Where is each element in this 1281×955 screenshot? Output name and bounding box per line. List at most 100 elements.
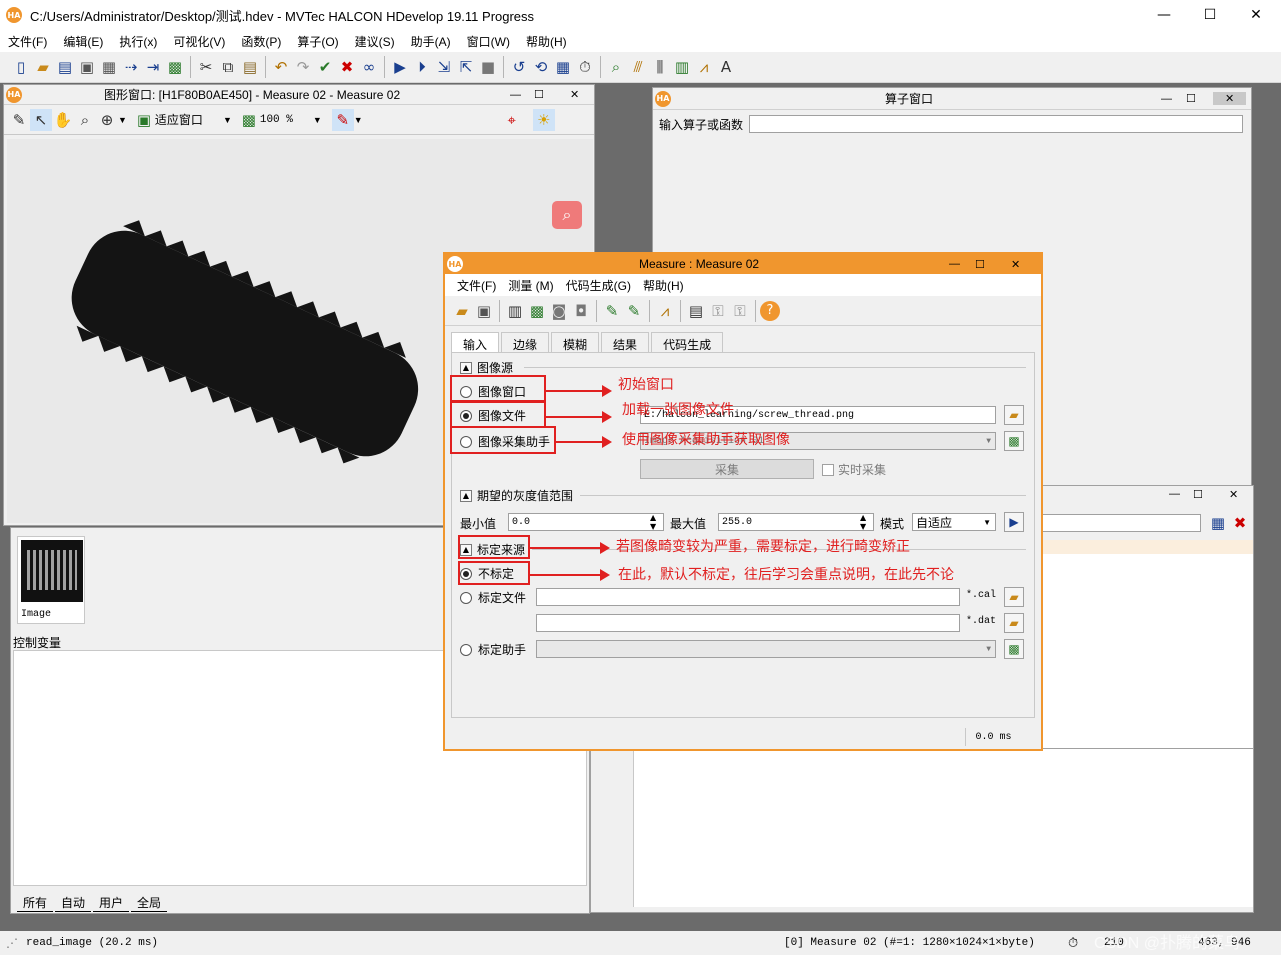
lightbulb-icon[interactable]: ☀ bbox=[532, 108, 555, 131]
acquire-button[interactable]: 采集 bbox=[640, 459, 814, 479]
browse-file-icon[interactable]: ▰ bbox=[1004, 405, 1024, 425]
close-button[interactable]: ✕ bbox=[570, 88, 579, 101]
measure-menu-file[interactable]: 文件(F) bbox=[451, 277, 502, 294]
program-code-area-lower[interactable] bbox=[633, 749, 1253, 907]
step-out-icon[interactable]: ⇱ bbox=[455, 56, 477, 78]
search-icon[interactable]: ⌕ bbox=[552, 201, 582, 229]
chevron-down-icon[interactable]: ▼ bbox=[354, 115, 363, 125]
apply-mode-icon[interactable]: ▶ bbox=[1004, 512, 1024, 532]
program-select[interactable] bbox=[1041, 514, 1201, 532]
undo-icon[interactable]: ↶ bbox=[270, 56, 292, 78]
image-icon[interactable]: ▩ bbox=[164, 56, 186, 78]
cut-icon[interactable]: ✂ bbox=[195, 56, 217, 78]
export-icon[interactable]: ⇢ bbox=[120, 56, 142, 78]
measure-menu-codegen[interactable]: 代码生成(G) bbox=[560, 277, 637, 294]
profile-plot-icon[interactable]: ⩘ bbox=[654, 300, 676, 322]
menu-edit[interactable]: 编辑(E) bbox=[55, 33, 111, 50]
maximize-button[interactable]: ☐ bbox=[534, 88, 544, 101]
zoom-in-icon[interactable]: ⊕ bbox=[96, 109, 118, 131]
min-value-spinner[interactable]: ▲ ▼ bbox=[650, 513, 656, 531]
close-button[interactable]: ✕ bbox=[1233, 7, 1279, 23]
measure-menu-help[interactable]: 帮助(H) bbox=[637, 277, 690, 294]
dat-file-input[interactable] bbox=[536, 614, 960, 632]
mode-select[interactable]: 自适应 ▼ bbox=[912, 513, 996, 531]
open-file-icon[interactable]: ▰ bbox=[451, 300, 473, 322]
operator-input[interactable] bbox=[749, 115, 1244, 133]
feature-histogram-icon[interactable]: ⩘ bbox=[693, 56, 715, 78]
browse-dat-icon[interactable]: ▰ bbox=[1004, 613, 1024, 633]
help-icon[interactable]: ? bbox=[760, 300, 780, 321]
gray-histogram-icon[interactable]: ⫻ bbox=[627, 56, 649, 78]
close-button[interactable]: ✕ bbox=[1229, 488, 1238, 501]
draw-roi-icon[interactable]: ✎ bbox=[601, 300, 623, 322]
menu-procedures[interactable]: 函数(P) bbox=[233, 33, 289, 50]
pixel-info-icon[interactable]: ⌖ bbox=[501, 109, 523, 131]
chevron-down-icon[interactable]: ▼ bbox=[223, 115, 232, 125]
step-over-icon[interactable]: ⏵ bbox=[411, 56, 433, 78]
reset-execution-icon[interactable]: ⟲ bbox=[530, 56, 552, 78]
zoom-icon[interactable]: ⌕ bbox=[74, 109, 96, 131]
reset-program-icon[interactable]: ↺ bbox=[508, 56, 530, 78]
save-icon[interactable]: ▣ bbox=[76, 56, 98, 78]
step-into-icon[interactable]: ⇲ bbox=[433, 56, 455, 78]
acquisition-assistant-icon[interactable]: ▩ bbox=[1004, 431, 1024, 451]
minimize-button[interactable]: — bbox=[1161, 93, 1172, 105]
profiler-icon[interactable]: ▦ bbox=[552, 56, 574, 78]
tab-global[interactable]: 全局 bbox=[131, 894, 168, 912]
inspect-icon[interactable]: ⌕ bbox=[605, 56, 627, 78]
redo-icon[interactable]: ↷ bbox=[292, 56, 314, 78]
image-source-section[interactable]: ▲ 图像源 bbox=[460, 359, 513, 376]
collapse-icon[interactable]: ▲ bbox=[460, 489, 472, 502]
minimize-button[interactable]: — bbox=[949, 258, 960, 270]
live-checkbox[interactable]: 实时采集 bbox=[822, 461, 886, 478]
zoom-level-label[interactable]: 100 % bbox=[260, 114, 293, 126]
unlock-icon[interactable]: ⚿ bbox=[729, 300, 751, 322]
paste-icon[interactable]: ▤ bbox=[239, 56, 261, 78]
max-value-spinner[interactable]: ▲ ▼ bbox=[860, 513, 866, 531]
deactivate-icon[interactable]: ✖ bbox=[336, 56, 358, 78]
close-button[interactable]: ✕ bbox=[1213, 92, 1247, 105]
image-file-icon[interactable]: ▩ bbox=[526, 300, 548, 322]
menu-window[interactable]: 窗口(W) bbox=[459, 33, 518, 50]
program-settings-icon[interactable]: ▦ bbox=[1209, 514, 1227, 532]
camera-icon[interactable]: ◙ bbox=[548, 300, 570, 322]
menu-suggestions[interactable]: 建议(S) bbox=[347, 33, 403, 50]
copy-icon[interactable]: ⧉ bbox=[217, 56, 239, 78]
measure-menu-measure[interactable]: 测量 (M) bbox=[502, 277, 559, 294]
pointer-icon[interactable]: ↖ bbox=[30, 108, 52, 131]
run-icon[interactable]: ▶ bbox=[389, 56, 411, 78]
checkbox-box[interactable] bbox=[822, 463, 834, 476]
chevron-down-icon[interactable]: ▼ bbox=[118, 115, 127, 125]
lock-icon[interactable]: ⚿ bbox=[707, 300, 729, 322]
max-value-input[interactable]: 255.0 bbox=[718, 513, 874, 531]
ocr-icon[interactable]: A bbox=[715, 56, 737, 78]
color-icon[interactable]: ✎ bbox=[331, 108, 354, 131]
menu-assistants[interactable]: 助手(A) bbox=[403, 33, 459, 50]
save-icon[interactable]: ▣ bbox=[473, 300, 495, 322]
tab-user[interactable]: 用户 bbox=[93, 894, 130, 912]
menu-execute[interactable]: 执行(x) bbox=[111, 33, 165, 50]
maximize-button[interactable]: ☐ bbox=[975, 258, 985, 271]
edit-icon[interactable]: ✎ bbox=[8, 109, 30, 131]
chevron-down-icon[interactable]: ▼ bbox=[313, 115, 322, 125]
maximize-button[interactable]: ☐ bbox=[1187, 7, 1233, 23]
minimize-button[interactable]: — bbox=[1169, 488, 1180, 500]
radio-calibration-assistant[interactable]: 标定助手 bbox=[460, 641, 526, 658]
min-value-input[interactable]: 0.0 bbox=[508, 513, 664, 531]
line-profile-icon[interactable]: ⫼ bbox=[649, 56, 671, 78]
calibration-assistant-icon[interactable]: ▩ bbox=[1004, 639, 1024, 659]
menu-help[interactable]: 帮助(H) bbox=[518, 33, 575, 50]
menu-file[interactable]: 文件(F) bbox=[0, 33, 55, 50]
stop-icon[interactable]: ■ bbox=[477, 56, 499, 78]
radio-calibration-file[interactable]: 标定文件 bbox=[460, 589, 526, 606]
maximize-button[interactable]: ☐ bbox=[1193, 488, 1203, 501]
iconic-variable-thumb[interactable]: Image bbox=[17, 536, 85, 624]
tab-all[interactable]: 所有 bbox=[17, 894, 54, 912]
find-icon[interactable]: ∞ bbox=[358, 56, 380, 78]
activate-icon[interactable]: ✔ bbox=[314, 56, 336, 78]
gray-range-section[interactable]: ▲ 期望的灰度值范围 bbox=[460, 487, 573, 504]
close-button[interactable]: ✕ bbox=[1011, 258, 1020, 271]
radio-dot[interactable] bbox=[460, 643, 472, 656]
timer-icon[interactable]: ⏱ bbox=[574, 56, 596, 78]
collapse-icon[interactable]: ▲ bbox=[460, 361, 472, 374]
